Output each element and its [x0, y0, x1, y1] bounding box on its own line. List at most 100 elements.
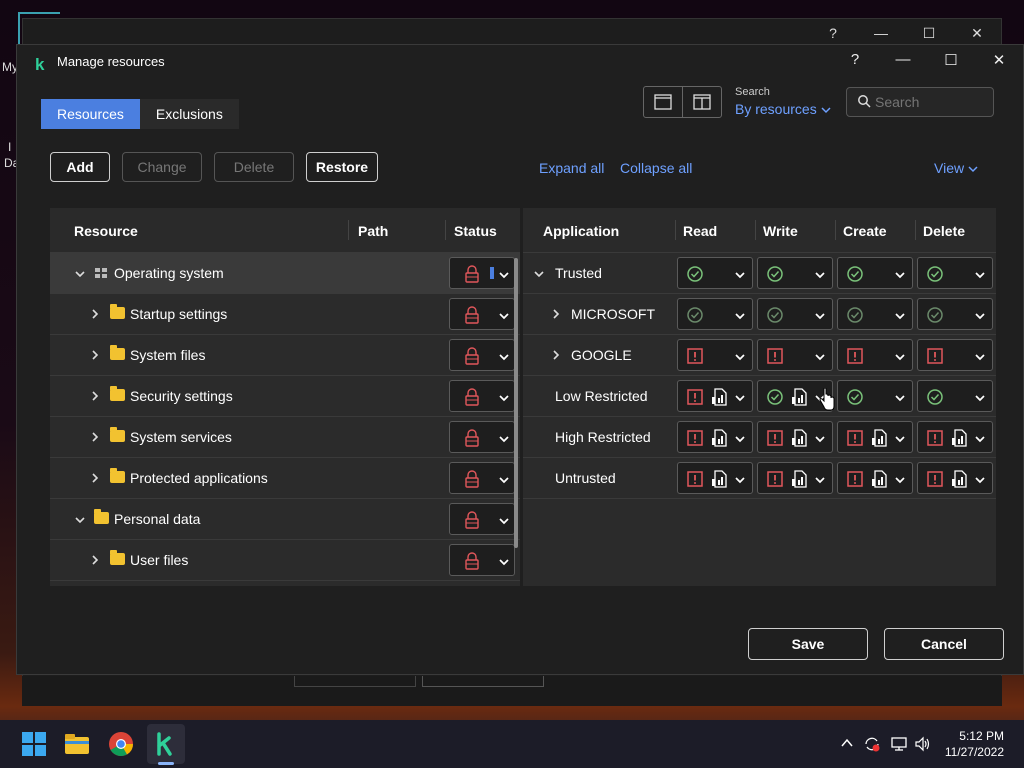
resource-row[interactable]: Security settings [50, 376, 520, 417]
chevron-down-icon[interactable] [74, 266, 85, 278]
view-dropdown[interactable]: View [934, 160, 978, 176]
cancel-button[interactable]: Cancel [884, 628, 1004, 660]
status-dropdown[interactable] [449, 421, 515, 453]
chevron-down-icon[interactable] [74, 512, 85, 524]
collapse-all-link[interactable]: Collapse all [620, 160, 692, 176]
chevron-down-icon[interactable] [533, 266, 544, 278]
maximize-button[interactable]: ☐ [927, 51, 975, 69]
kaspersky-icon[interactable] [152, 730, 180, 758]
resource-row[interactable]: Operating system [50, 253, 520, 294]
create-permission-dropdown[interactable] [837, 339, 913, 371]
split-pane-layout-button[interactable] [682, 87, 721, 117]
status-dropdown[interactable] [449, 380, 515, 412]
status-dropdown[interactable] [449, 257, 515, 289]
single-pane-layout-button[interactable] [644, 87, 682, 117]
application-row[interactable]: High Restricted [523, 417, 996, 458]
column-header-delete[interactable]: Delete [923, 223, 965, 239]
chevron-right-icon[interactable] [90, 389, 100, 401]
write-permission-dropdown[interactable] [757, 257, 833, 289]
bg-maximize-button[interactable]: ☐ [905, 25, 953, 42]
delete-button[interactable]: Delete [214, 152, 294, 182]
chevron-right-icon[interactable] [90, 471, 100, 483]
column-header-write[interactable]: Write [763, 223, 798, 239]
windows-start-icon[interactable] [20, 730, 48, 758]
application-row[interactable]: Untrusted [523, 458, 996, 499]
create-permission-dropdown[interactable] [837, 421, 913, 453]
resources-scrollbar[interactable] [514, 258, 518, 548]
status-dropdown[interactable] [449, 339, 515, 371]
write-permission-dropdown[interactable] [757, 339, 833, 371]
delete-permission-dropdown[interactable] [917, 339, 993, 371]
file-explorer-icon[interactable] [63, 730, 91, 758]
bg-help-button[interactable]: ? [809, 25, 857, 42]
network-icon[interactable] [890, 736, 908, 752]
application-row[interactable]: MICROSOFT [523, 294, 996, 335]
read-permission-dropdown[interactable] [677, 421, 753, 453]
read-permission-dropdown[interactable] [677, 380, 753, 412]
search-input[interactable] [873, 93, 987, 111]
bg-minimize-button[interactable]: — [857, 25, 905, 42]
chevron-right-icon[interactable] [90, 553, 100, 565]
column-header-resource[interactable]: Resource [74, 223, 138, 239]
minimize-button[interactable]: — [879, 51, 927, 69]
delete-permission-dropdown[interactable] [917, 298, 993, 330]
help-button[interactable]: ? [831, 51, 879, 69]
save-button[interactable]: Save [748, 628, 868, 660]
search-label: Search [735, 86, 770, 98]
resource-row[interactable]: System files [50, 335, 520, 376]
status-dropdown[interactable] [449, 544, 515, 576]
chevron-right-icon[interactable] [551, 307, 561, 319]
sync-icon[interactable] [863, 736, 881, 752]
status-dropdown[interactable] [449, 462, 515, 494]
expand-all-link[interactable]: Expand all [539, 160, 604, 176]
application-row[interactable]: Low Restricted [523, 376, 996, 417]
chevron-right-icon[interactable] [551, 348, 561, 360]
read-permission-dropdown[interactable] [677, 298, 753, 330]
column-header-create[interactable]: Create [843, 223, 887, 239]
write-permission-dropdown[interactable] [757, 298, 833, 330]
change-button[interactable]: Change [122, 152, 202, 182]
application-row[interactable]: GOOGLE [523, 335, 996, 376]
tab-exclusions[interactable]: Exclusions [140, 99, 239, 129]
delete-permission-dropdown[interactable] [917, 380, 993, 412]
create-permission-dropdown[interactable] [837, 380, 913, 412]
application-row[interactable]: Trusted [523, 253, 996, 294]
read-permission-dropdown[interactable] [677, 257, 753, 289]
resource-row[interactable]: Startup settings [50, 294, 520, 335]
delete-permission-dropdown[interactable] [917, 257, 993, 289]
create-permission-dropdown[interactable] [837, 462, 913, 494]
search-field[interactable] [846, 87, 994, 117]
write-permission-dropdown[interactable] [757, 421, 833, 453]
resource-row[interactable]: System services [50, 417, 520, 458]
write-permission-dropdown[interactable] [757, 462, 833, 494]
close-button[interactable]: ✕ [975, 51, 1023, 69]
chevron-right-icon[interactable] [90, 348, 100, 360]
bg-close-button[interactable]: ✕ [953, 25, 1001, 42]
chevron-up-icon[interactable] [840, 736, 854, 750]
tab-resources[interactable]: Resources [41, 99, 140, 129]
system-clock[interactable]: 5:12 PM 11/27/2022 [945, 728, 1004, 760]
create-permission-dropdown[interactable] [837, 257, 913, 289]
column-header-read[interactable]: Read [683, 223, 717, 239]
read-permission-dropdown[interactable] [677, 462, 753, 494]
chevron-right-icon[interactable] [90, 307, 100, 319]
status-dropdown[interactable] [449, 298, 515, 330]
add-button[interactable]: Add [50, 152, 110, 182]
search-by-dropdown[interactable]: By resources [735, 101, 831, 117]
volume-icon[interactable] [914, 736, 932, 752]
delete-permission-dropdown[interactable] [917, 462, 993, 494]
read-permission-dropdown[interactable] [677, 339, 753, 371]
resource-row[interactable]: Protected applications [50, 458, 520, 499]
chrome-icon[interactable] [107, 730, 135, 758]
column-header-path[interactable]: Path [358, 223, 388, 239]
delete-permission-dropdown[interactable] [917, 421, 993, 453]
resource-row[interactable]: Personal data [50, 499, 520, 540]
column-header-status[interactable]: Status [454, 223, 497, 239]
chevron-down-icon [968, 166, 978, 173]
restore-button[interactable]: Restore [306, 152, 378, 182]
column-header-application[interactable]: Application [543, 223, 619, 239]
status-dropdown[interactable] [449, 503, 515, 535]
chevron-right-icon[interactable] [90, 430, 100, 442]
create-permission-dropdown[interactable] [837, 298, 913, 330]
resource-row[interactable]: User files [50, 540, 520, 581]
